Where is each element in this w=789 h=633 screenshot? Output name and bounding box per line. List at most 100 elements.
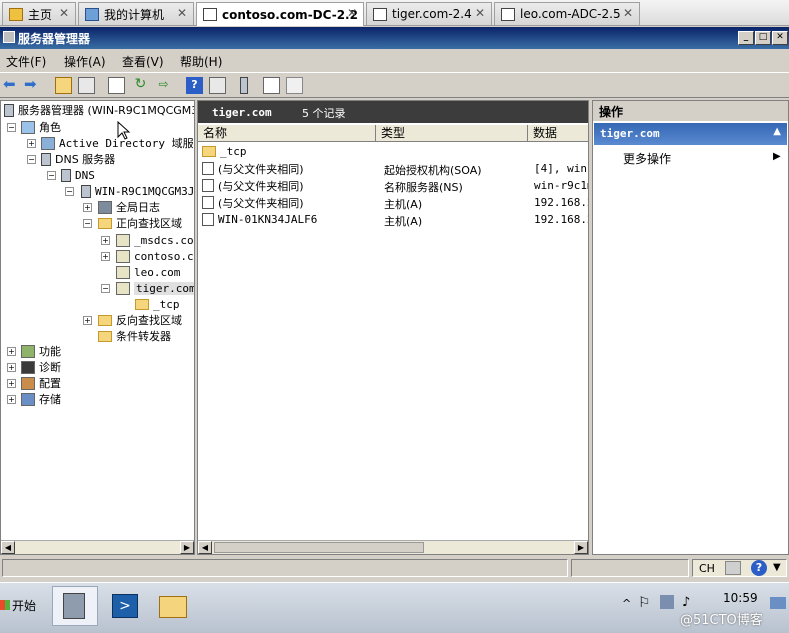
tree-dns[interactable]: DNS xyxy=(61,167,95,183)
collapse-toggle[interactable]: − xyxy=(65,187,74,196)
collapse-up-icon[interactable]: ▲ xyxy=(773,126,781,137)
column-header-name[interactable]: 名称 xyxy=(198,125,376,142)
collapse-toggle[interactable]: − xyxy=(101,284,110,293)
expand-toggle[interactable]: + xyxy=(7,395,16,404)
scroll-left-icon[interactable]: ◀ xyxy=(198,541,212,554)
more-icon[interactable]: ▼ xyxy=(773,562,781,573)
table-row[interactable]: _tcp xyxy=(202,143,247,160)
table-row[interactable]: (与父文件夹相同) xyxy=(202,160,304,177)
maximize-button[interactable]: □ xyxy=(755,31,771,45)
tree-global-log[interactable]: 全局日志 xyxy=(98,199,160,215)
tree-forward-zones[interactable]: 正向查找区域 xyxy=(98,215,182,231)
menu-help[interactable]: 帮助(H) xyxy=(180,53,222,70)
table-row[interactable]: (与父文件夹相同) xyxy=(202,177,304,194)
cell-name: (与父文件夹相同) xyxy=(218,162,304,176)
menu-file[interactable]: 文件(F) xyxy=(6,53,46,70)
collapse-toggle[interactable]: − xyxy=(47,171,56,180)
vm-icon xyxy=(373,7,387,21)
tree-reverse-zones[interactable]: 反向查找区域 xyxy=(98,312,182,328)
help-icon[interactable]: ? xyxy=(751,560,767,576)
help-icon[interactable]: ? xyxy=(186,77,203,94)
tree-server[interactable]: WIN-R9C1MQCGM3J xyxy=(81,183,194,199)
menu-view[interactable]: 查看(V) xyxy=(122,53,164,70)
close-icon[interactable]: ✕ xyxy=(59,6,69,20)
network-icon[interactable] xyxy=(660,595,674,609)
up-folder-icon[interactable] xyxy=(55,77,72,94)
close-icon[interactable]: ✕ xyxy=(623,6,633,20)
close-icon[interactable]: ✕ xyxy=(177,6,187,20)
tree-root[interactable]: 服务器管理器 (WIN-R9C1MQCGM3 xyxy=(4,102,194,118)
tree-conditional-forwarders[interactable]: 条件转发器 xyxy=(98,328,171,344)
scroll-thumb[interactable] xyxy=(214,542,424,553)
tab-leo[interactable]: leo.com-ADC-2.5 ✕ xyxy=(494,2,640,25)
minimize-button[interactable]: _ xyxy=(738,31,754,45)
tab-tiger[interactable]: tiger.com-2.4 ✕ xyxy=(366,2,492,25)
expand-toggle[interactable]: + xyxy=(83,316,92,325)
expand-toggle[interactable]: + xyxy=(83,203,92,212)
tree-horizontal-scrollbar[interactable]: ◀ ▶ xyxy=(1,540,194,554)
clock-time[interactable]: 10:59 xyxy=(723,591,758,605)
tree-zone-tiger[interactable]: tiger.com xyxy=(116,280,194,296)
tab-contoso-dc[interactable]: contoso.com-DC-2.2 ✕ xyxy=(196,2,364,26)
close-button[interactable]: ✕ xyxy=(772,31,788,45)
export-icon[interactable]: ⇨ xyxy=(155,77,172,94)
server-icon[interactable] xyxy=(240,77,248,94)
back-icon[interactable]: ⬅ xyxy=(3,77,20,94)
show-tree-icon[interactable] xyxy=(78,77,95,94)
expand-toggle[interactable]: + xyxy=(101,236,110,245)
tree-configuration[interactable]: 配置 xyxy=(21,375,61,391)
list-icon[interactable] xyxy=(263,77,280,94)
tree-diagnostics[interactable]: 诊断 xyxy=(21,359,61,375)
copy-icon[interactable] xyxy=(286,77,303,94)
vm-icon xyxy=(203,8,217,21)
tree-storage[interactable]: 存储 xyxy=(21,391,61,407)
scroll-right-icon[interactable]: ▶ xyxy=(574,541,588,554)
start-button[interactable]: 开始 xyxy=(0,589,44,621)
refresh-icon[interactable]: ↻ xyxy=(132,77,149,94)
column-header-data[interactable]: 数据 xyxy=(528,125,588,142)
submenu-arrow-icon[interactable]: ▶ xyxy=(773,151,781,162)
tree-features[interactable]: 功能 xyxy=(21,343,61,359)
expand-toggle[interactable]: + xyxy=(7,379,16,388)
menu-action[interactable]: 操作(A) xyxy=(64,53,106,70)
tree-dns-server-role[interactable]: DNS 服务器 xyxy=(41,151,115,167)
tree-zone-leo[interactable]: leo.com xyxy=(116,264,180,280)
language-indicator[interactable]: CH xyxy=(699,562,715,575)
column-header-type[interactable]: 类型 xyxy=(376,125,528,142)
tab-home[interactable]: 主页 ✕ xyxy=(2,2,76,25)
show-action-pane-icon[interactable] xyxy=(209,77,226,94)
expand-toggle[interactable]: + xyxy=(7,347,16,356)
scroll-right-icon[interactable]: ▶ xyxy=(180,541,194,554)
collapse-toggle[interactable]: − xyxy=(83,219,92,228)
table-row[interactable]: (与父文件夹相同) xyxy=(202,194,304,211)
expand-toggle[interactable]: + xyxy=(27,139,36,148)
scroll-left-icon[interactable]: ◀ xyxy=(1,541,15,554)
taskbar-explorer[interactable] xyxy=(154,588,190,624)
tree-tcp[interactable]: _tcp xyxy=(135,296,180,312)
action-center-flag-icon[interactable]: ⚐ xyxy=(638,595,651,611)
tree-roles[interactable]: 角色 xyxy=(21,119,61,135)
keyboard-icon[interactable] xyxy=(725,561,741,575)
actions-zone-section[interactable]: tiger.com ▲ xyxy=(594,123,787,145)
show-hidden-icons-icon[interactable]: ^ xyxy=(622,597,631,610)
collapse-toggle[interactable]: − xyxy=(27,155,36,164)
collapse-toggle[interactable]: − xyxy=(7,123,16,132)
volume-icon[interactable]: ♪ xyxy=(682,595,690,610)
results-horizontal-scrollbar[interactable]: ◀ ▶ xyxy=(198,540,588,554)
taskbar-powershell[interactable]: > xyxy=(106,588,142,624)
forward-icon[interactable]: ➡ xyxy=(24,77,41,94)
close-icon[interactable]: ✕ xyxy=(347,6,357,20)
data-column-clip: [4], win- win-r9c1m 192.168.2 192.168.2 xyxy=(534,162,588,232)
properties-icon[interactable] xyxy=(108,77,125,94)
tree-zone-contoso[interactable]: contoso.c xyxy=(116,248,194,264)
dns-server-icon xyxy=(41,152,51,166)
expand-toggle[interactable]: + xyxy=(7,363,16,372)
close-icon[interactable]: ✕ xyxy=(475,6,485,20)
show-desktop-icon[interactable] xyxy=(770,597,786,609)
more-actions-link[interactable]: 更多操作 xyxy=(623,150,671,167)
tree-zone-msdcs[interactable]: _msdcs.co xyxy=(116,232,194,248)
taskbar-server-manager[interactable] xyxy=(52,586,98,626)
tab-my-computer[interactable]: 我的计算机 ✕ xyxy=(78,2,194,25)
expand-toggle[interactable]: + xyxy=(101,252,110,261)
table-row[interactable]: WIN-01KN34JALF6 xyxy=(202,211,317,228)
